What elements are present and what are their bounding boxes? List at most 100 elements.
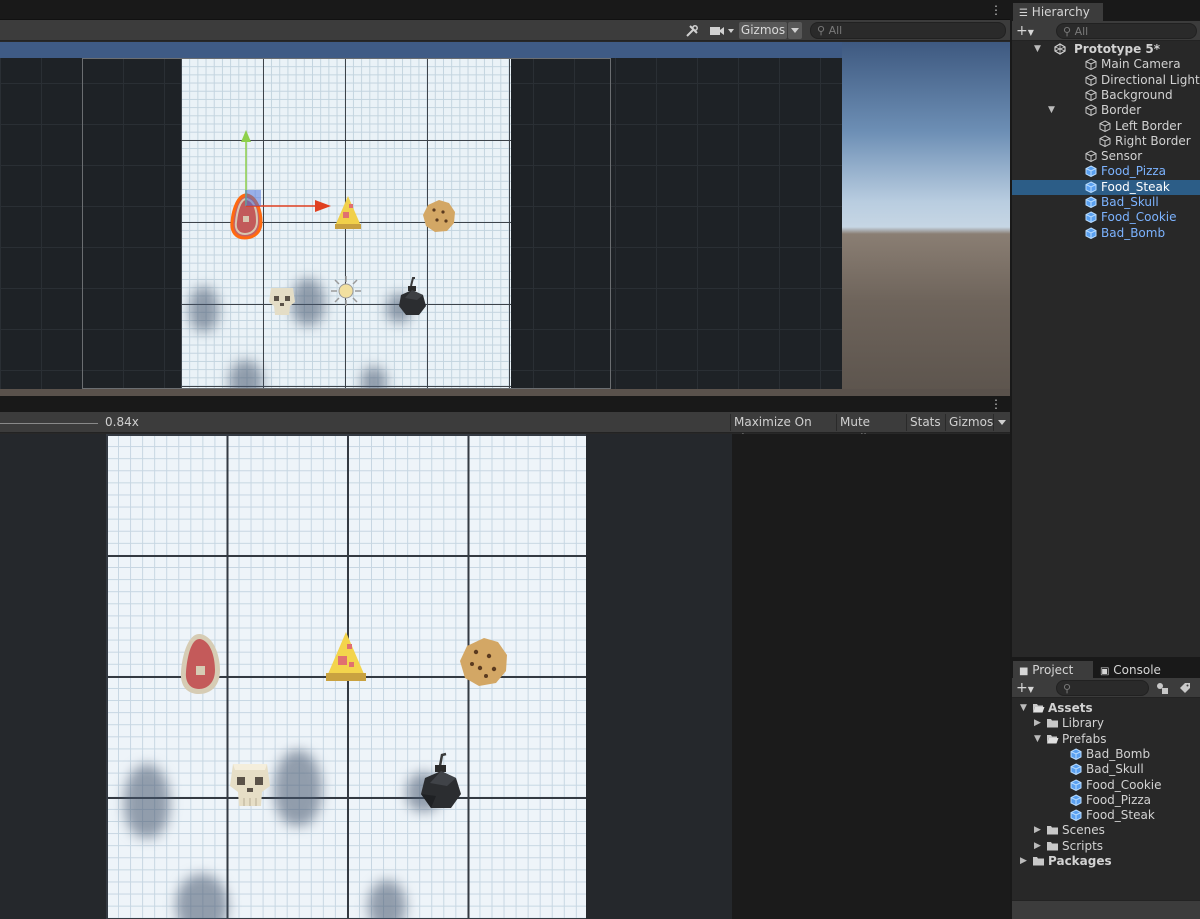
prefab-cube-icon <box>1070 809 1082 822</box>
project-asset-item[interactable]: Food_Cookie <box>1012 778 1200 793</box>
scene-background-top <box>0 42 842 58</box>
folder-open-icon <box>1032 702 1045 714</box>
hierarchy-item-label: Food_Cookie <box>1101 210 1177 225</box>
game-shadow <box>274 750 322 826</box>
filter-type-icon[interactable] <box>1155 681 1171 695</box>
prefab-cube-icon <box>1070 748 1082 760</box>
create-asset-button[interactable]: +▼ <box>1016 679 1042 697</box>
hierarchy-item[interactable]: Food_Steak <box>1012 179 1200 195</box>
add-object-button[interactable]: +▼ <box>1016 22 1042 40</box>
hierarchy-item[interactable]: Background <box>1012 88 1200 103</box>
hierarchy-item-label: Bad_Bomb <box>1101 225 1166 240</box>
collapse-arrow-icon[interactable]: ▶ <box>1034 716 1044 731</box>
game-gizmos-dropdown-icon[interactable] <box>993 414 1009 431</box>
project-item-label: Prefabs <box>1062 731 1107 746</box>
hierarchy-search-input[interactable]: ⚲ All <box>1056 23 1197 39</box>
scene-viewport[interactable] <box>0 42 1010 396</box>
project-folder-item[interactable]: ▼ Prefabs <box>1012 732 1200 747</box>
project-item-label: Food_Pizza <box>1086 792 1152 807</box>
zoom-slider[interactable] <box>0 423 98 424</box>
gameobject-cube-icon <box>1099 135 1111 147</box>
project-search-input[interactable]: ⚲ <box>1056 680 1149 696</box>
hierarchy-item[interactable]: Left Border <box>1012 119 1200 134</box>
prefab-cube-icon <box>1085 181 1097 193</box>
hierarchy-item-label: Food_Pizza <box>1101 164 1167 179</box>
folder-icon <box>1046 717 1058 729</box>
scene-search-input[interactable]: ⚲ All <box>810 22 1006 39</box>
project-item-label: Bad_Bomb <box>1086 746 1151 761</box>
scene-tab-bar: ⋮ <box>0 0 1010 20</box>
game-right-border <box>586 434 732 919</box>
hierarchy-item-label: Food_Steak <box>1101 179 1170 194</box>
tab-hierarchy[interactable]: ☰ Hierarchy <box>1013 3 1103 21</box>
hierarchy-tab-bar: ☰ Hierarchy <box>1012 0 1200 21</box>
collapse-arrow-icon[interactable]: ▶ <box>1020 854 1030 869</box>
project-item-label: Assets <box>1048 701 1093 715</box>
game-viewport[interactable] <box>0 434 1010 919</box>
chevron-down-icon: ▼ <box>1027 685 1034 694</box>
tag-icon[interactable] <box>1178 681 1194 695</box>
hierarchy-item[interactable]: ▼ Prototype 5* <box>1012 42 1200 57</box>
hierarchy-item[interactable]: Right Border <box>1012 134 1200 149</box>
hierarchy-item[interactable]: Sensor <box>1012 149 1200 164</box>
mute-audio-button[interactable]: Mute Audio <box>836 414 905 446</box>
collapse-arrow-icon[interactable]: ▶ <box>1034 823 1044 838</box>
gameobject-cube-icon <box>1085 104 1097 117</box>
hierarchy-item[interactable]: Bad_Skull <box>1012 195 1200 210</box>
hierarchy-item[interactable]: Main Camera <box>1012 57 1200 72</box>
folder-icon: ■ <box>1019 666 1029 677</box>
hierarchy-item[interactable]: Directional Light <box>1012 73 1200 88</box>
tools-icon[interactable] <box>681 22 703 39</box>
tab-console[interactable]: ▣ Console <box>1094 661 1174 679</box>
gameobject-cube-icon <box>1085 150 1097 163</box>
hierarchy-item[interactable]: Food_Pizza <box>1012 164 1200 179</box>
expand-arrow-icon[interactable]: ▼ <box>1020 701 1030 716</box>
project-folder-item[interactable]: ▼ Assets <box>1012 701 1200 716</box>
tab-project-label: Project <box>1032 663 1074 677</box>
scene-toolbar: Gizmos ⚲ All <box>0 20 1010 41</box>
project-item-label: Bad_Skull <box>1086 762 1144 777</box>
chevron-down-icon: ▼ <box>1027 28 1034 37</box>
expand-arrow-icon[interactable]: ▼ <box>1034 42 1044 57</box>
hierarchy-panel: ☰ Hierarchy +▼ ⚲ All ▼ Prototype 5* Main C… <box>1011 0 1200 657</box>
hierarchy-item-label: Border <box>1101 103 1142 118</box>
list-icon: ☰ <box>1019 8 1028 19</box>
prefab-cube-icon <box>1070 778 1082 791</box>
project-folder-item[interactable]: ▶ Packages <box>1012 854 1200 869</box>
search-icon: ⚲ <box>1063 682 1072 695</box>
maximize-on-play-button[interactable]: Maximize On Play <box>730 414 835 446</box>
console-icon: ▣ <box>1100 666 1110 677</box>
hierarchy-search-placeholder: All <box>1074 25 1089 38</box>
collapse-arrow-icon[interactable]: ▶ <box>1034 839 1044 854</box>
gameobject-cube-icon <box>1099 119 1111 132</box>
expand-arrow-icon[interactable]: ▼ <box>1034 732 1044 747</box>
folder-icon <box>1046 840 1058 852</box>
prefab-cube-icon <box>1085 196 1097 209</box>
hierarchy-item[interactable]: Bad_Bomb <box>1012 226 1200 241</box>
hierarchy-item[interactable]: Food_Cookie <box>1012 210 1200 225</box>
game-steak-object <box>180 633 220 694</box>
project-asset-item[interactable]: Food_Steak <box>1012 808 1200 823</box>
project-asset-item[interactable]: Bad_Skull <box>1012 762 1200 777</box>
game-menu-kebab-icon[interactable]: ⋮ <box>990 397 1002 411</box>
stats-button[interactable]: Stats <box>906 414 944 431</box>
project-folder-item[interactable]: ▶ Library <box>1012 716 1200 731</box>
project-folder-item[interactable]: ▶ Scripts <box>1012 839 1200 854</box>
scene-search-placeholder: All <box>828 24 843 37</box>
game-gizmos-button[interactable]: Gizmos <box>945 414 993 431</box>
camera-icon[interactable] <box>706 22 738 39</box>
project-item-label: Packages <box>1048 854 1112 868</box>
hierarchy-item[interactable]: ▼ Border <box>1012 103 1200 118</box>
tab-project[interactable]: ■ Project <box>1013 661 1093 679</box>
scene-gizmos-dropdown-icon[interactable] <box>788 22 802 39</box>
scene-gizmos-button[interactable]: Gizmos <box>739 22 787 39</box>
scene-menu-kebab-icon[interactable]: ⋮ <box>990 3 1002 17</box>
project-asset-item[interactable]: Food_Pizza <box>1012 793 1200 808</box>
project-item-label: Food_Cookie <box>1086 777 1162 792</box>
project-folder-item[interactable]: ▶ Scenes <box>1012 823 1200 838</box>
game-shadow <box>176 874 228 919</box>
prefab-cube-icon <box>1085 211 1097 224</box>
tab-hierarchy-label: Hierarchy <box>1031 5 1090 19</box>
project-asset-item[interactable]: Bad_Bomb <box>1012 747 1200 762</box>
expand-arrow-icon[interactable]: ▼ <box>1048 103 1058 118</box>
